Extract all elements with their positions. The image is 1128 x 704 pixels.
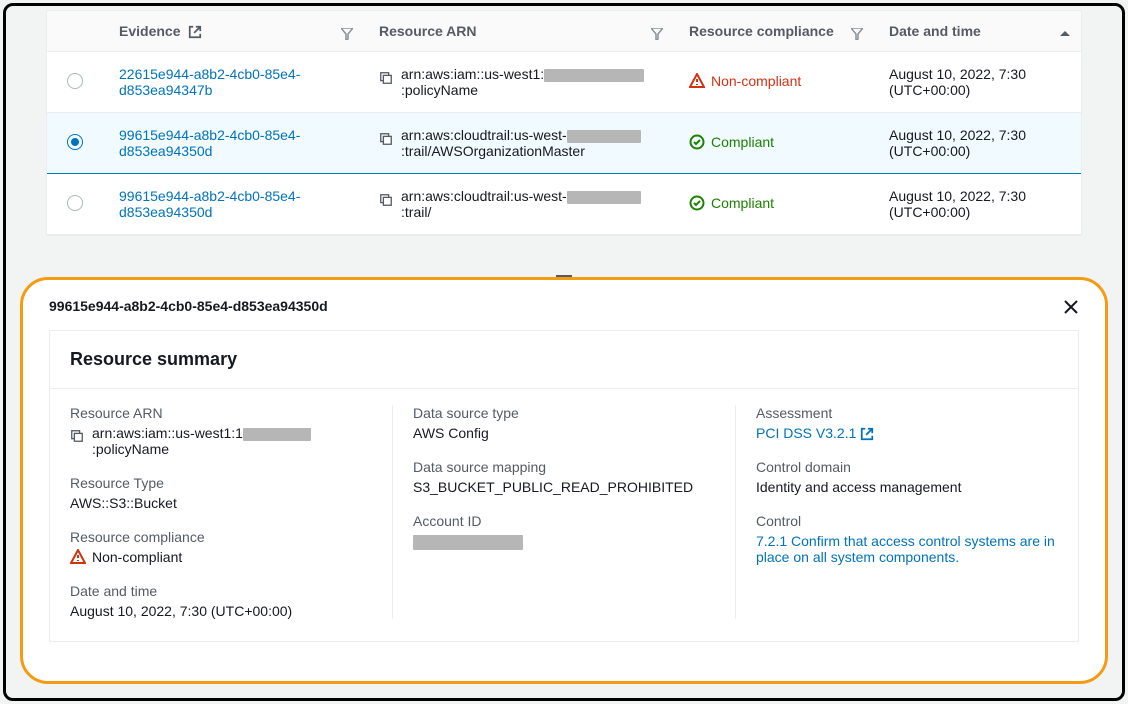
value-resource-type: AWS::S3::Bucket (70, 495, 372, 511)
label-source-mapping: Data source mapping (413, 459, 715, 475)
filter-icon[interactable] (851, 25, 863, 41)
datetime-cell: August 10, 2022, 7:30 (UTC+00:00) (873, 174, 1081, 235)
column-datetime-label: Date and time (889, 23, 981, 39)
value-resource-arn: arn:aws:iam::us-west1:1:policyName (92, 425, 372, 457)
copy-icon[interactable] (70, 427, 84, 443)
column-evidence[interactable]: Evidence (103, 11, 363, 52)
column-compliance[interactable]: Resource compliance (673, 11, 873, 52)
evidence-link[interactable]: 22615e944-a8b2-4cb0-85e4-d853ea94347b (119, 66, 300, 98)
column-compliance-label: Resource compliance (689, 23, 834, 39)
evidence-link[interactable]: 99615e944-a8b2-4cb0-85e4-d853ea94350d (119, 188, 300, 220)
copy-icon[interactable] (379, 190, 393, 206)
compliance-badge: Compliant (689, 195, 774, 211)
external-link-icon (188, 25, 202, 39)
row-radio[interactable] (67, 134, 83, 150)
table-row[interactable]: 22615e944-a8b2-4cb0-85e4-d853ea94347b arn… (47, 52, 1081, 113)
row-radio[interactable] (67, 195, 83, 211)
column-radio (47, 11, 103, 52)
table-row[interactable]: 99615e944-a8b2-4cb0-85e4-d853ea94350d arn… (47, 113, 1081, 174)
detail-panel: 99615e944-a8b2-4cb0-85e4-d853ea94350d Re… (20, 277, 1108, 684)
external-link-icon (860, 427, 874, 441)
detail-title: 99615e944-a8b2-4cb0-85e4-d853ea94350d (49, 298, 328, 314)
arn-text: arn:aws:cloudtrail:us-west-:trail/AWSOrg… (401, 127, 657, 159)
column-evidence-label: Evidence (119, 23, 180, 39)
column-arn[interactable]: Resource ARN (363, 11, 673, 52)
warning-icon (70, 549, 86, 565)
value-resource-compliance: Non-compliant (70, 549, 182, 565)
column-arn-label: Resource ARN (379, 23, 477, 39)
filter-icon[interactable] (341, 25, 353, 41)
compliance-badge: Compliant (689, 134, 774, 150)
copy-icon[interactable] (379, 129, 393, 145)
value-data-source: AWS Config (413, 425, 715, 441)
table-row[interactable]: 99615e944-a8b2-4cb0-85e4-d853ea94350d arn… (47, 174, 1081, 235)
label-control: Control (756, 513, 1058, 529)
check-circle-icon (689, 195, 705, 211)
close-button[interactable] (1063, 296, 1079, 316)
control-link[interactable]: 7.2.1 Confirm that access control system… (756, 533, 1055, 565)
sort-asc-icon[interactable] (1059, 25, 1071, 41)
arn-text: arn:aws:iam::us-west1::policyName (401, 66, 657, 98)
warning-icon (689, 73, 705, 89)
arn-text: arn:aws:cloudtrail:us-west-:trail/ (401, 188, 657, 220)
label-data-source: Data source type (413, 405, 715, 421)
check-circle-icon (689, 134, 705, 150)
evidence-link[interactable]: 99615e944-a8b2-4cb0-85e4-d853ea94350d (119, 127, 300, 159)
copy-icon[interactable] (379, 68, 393, 84)
label-datetime: Date and time (70, 583, 372, 599)
summary-title: Resource summary (50, 331, 1078, 389)
compliance-badge: Non-compliant (689, 73, 801, 89)
label-assessment: Assessment (756, 405, 1058, 421)
filter-icon[interactable] (651, 25, 663, 41)
datetime-cell: August 10, 2022, 7:30 (UTC+00:00) (873, 52, 1081, 113)
label-control-domain: Control domain (756, 459, 1058, 475)
value-source-mapping: S3_BUCKET_PUBLIC_READ_PROHIBITED (413, 479, 715, 495)
column-datetime[interactable]: Date and time (873, 11, 1081, 52)
label-resource-type: Resource Type (70, 475, 372, 491)
evidence-table: Evidence Resource ARN Resource complianc… (46, 10, 1082, 236)
label-account-id: Account ID (413, 513, 715, 529)
assessment-link[interactable]: PCI DSS V3.2.1 (756, 425, 874, 441)
datetime-cell: August 10, 2022, 7:30 (UTC+00:00) (873, 113, 1081, 174)
label-resource-compliance: Resource compliance (70, 529, 372, 545)
row-radio[interactable] (67, 73, 83, 89)
value-datetime: August 10, 2022, 7:30 (UTC+00:00) (70, 603, 372, 619)
label-resource-arn: Resource ARN (70, 405, 372, 421)
close-icon (1063, 299, 1079, 315)
value-control-domain: Identity and access management (756, 479, 1058, 495)
value-account-id (413, 533, 715, 550)
